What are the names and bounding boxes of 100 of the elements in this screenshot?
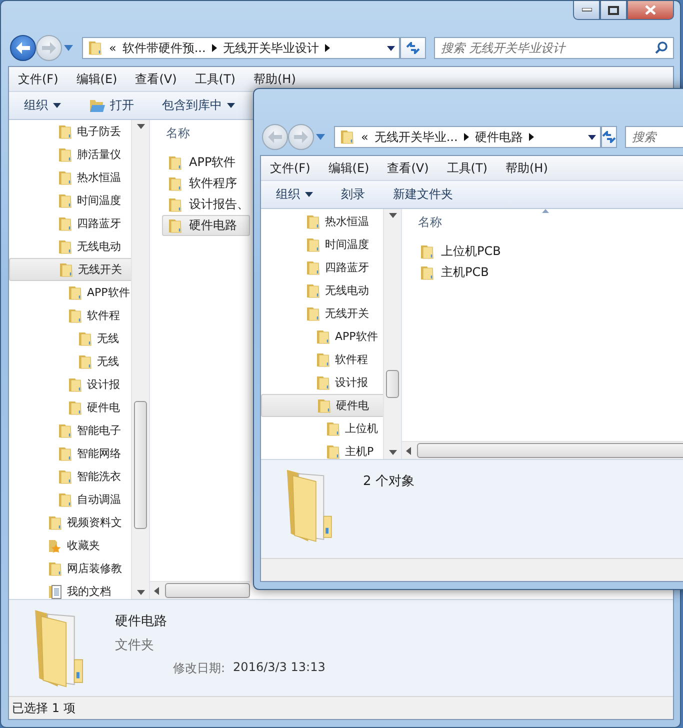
tree-item[interactable]: 时间温度	[261, 233, 383, 256]
menu-item[interactable]: 工具(T)	[446, 160, 488, 176]
chevron-icon	[464, 133, 469, 141]
forward-button[interactable]	[288, 124, 314, 150]
tree-item[interactable]: 主机P	[261, 440, 383, 459]
folder-icon	[57, 216, 73, 232]
dropdown-caret-icon[interactable]	[316, 134, 325, 140]
tree-item[interactable]: 智能洗衣	[9, 465, 131, 488]
file-row[interactable]: 上位机PCB	[414, 241, 564, 262]
minimize-button[interactable]	[573, 1, 600, 20]
breadcrumb-overflow[interactable]: «	[109, 41, 116, 55]
tree-item[interactable]: 我的文档	[9, 580, 131, 599]
file-row[interactable]: 主机PCB	[414, 262, 564, 283]
tree-item[interactable]: 智能网络	[9, 442, 131, 465]
folder-icon	[325, 444, 341, 459]
tree-item[interactable]: 收藏夹	[9, 534, 131, 557]
refresh-button[interactable]	[400, 37, 426, 59]
tree-item[interactable]: 网店装修教	[9, 557, 131, 580]
column-header[interactable]: 名称	[166, 124, 190, 142]
breadcrumb[interactable]: 硬件电路	[474, 128, 523, 146]
tree-item[interactable]: 软件程	[9, 304, 131, 327]
refresh-arrows-icon	[602, 131, 616, 143]
scrollbar-thumb[interactable]	[165, 583, 250, 598]
tree-item[interactable]: 设计报	[9, 373, 131, 396]
tree-item[interactable]: APP软件	[9, 281, 131, 304]
tree-item[interactable]: 视频资料文	[9, 511, 131, 534]
horizontal-scrollbar[interactable]	[402, 441, 683, 459]
right-arrow-icon	[294, 131, 308, 143]
tree-item[interactable]: 智能电子	[9, 419, 131, 442]
menu-item[interactable]: 帮助(H)	[254, 70, 296, 88]
back-button[interactable]	[10, 35, 36, 61]
tree-item[interactable]: 四路蓝牙	[261, 256, 383, 279]
date-value: 2016/3/3 13:13	[233, 660, 326, 676]
vertical-scrollbar[interactable]	[131, 120, 149, 599]
toolbar-button[interactable]: 新建文件夹	[393, 186, 453, 203]
menu-item[interactable]: 文件(F)	[270, 160, 310, 176]
menu-item[interactable]: 查看(V)	[135, 70, 177, 88]
toolbar-button[interactable]: 包含到库中	[162, 97, 235, 114]
toolbar-button[interactable]: 组织	[24, 97, 61, 114]
address-bar[interactable]: « 软件带硬件预... 无线开关毕业设计	[82, 37, 400, 59]
tree-item[interactable]: 上位机	[261, 417, 383, 440]
tree-item[interactable]: 四路蓝牙	[9, 212, 131, 235]
tree-item[interactable]: 无线	[9, 327, 131, 350]
tree-item[interactable]: 硬件电	[9, 396, 131, 419]
refresh-button[interactable]	[601, 126, 617, 148]
scrollbar-thumb[interactable]	[134, 400, 147, 528]
caret-icon	[387, 46, 395, 50]
toolbar-button[interactable]: 组织	[276, 186, 313, 203]
scrollbar-thumb[interactable]	[417, 443, 683, 458]
tree-item[interactable]: 无线	[9, 350, 131, 373]
tree-item[interactable]: 软件程	[261, 348, 383, 371]
maximize-button[interactable]	[600, 1, 627, 20]
tree-item[interactable]: 热水恒温	[261, 210, 383, 233]
breadcrumb-overflow[interactable]: «	[361, 130, 368, 144]
close-button[interactable]	[627, 1, 674, 20]
toolbar-button[interactable]: 刻录	[341, 186, 365, 203]
search-field[interactable]: 搜索	[625, 126, 683, 148]
file-row[interactable]: APP软件	[162, 152, 250, 173]
tree-item[interactable]: 无线电动	[9, 235, 131, 258]
tree-item[interactable]: 电子防丢	[9, 120, 131, 143]
tree-item[interactable]: 肺活量仪	[9, 143, 131, 166]
tree-item[interactable]: 无线电动	[261, 279, 383, 302]
address-bar[interactable]: « 无线开关毕业... 硬件电路	[334, 126, 601, 148]
tree-item[interactable]: 自动调温	[9, 488, 131, 511]
menu-item[interactable]: 编辑(E)	[328, 160, 370, 176]
search-field[interactable]: 搜索 无线开关毕业设计	[434, 37, 674, 59]
item-type: 文件夹	[115, 637, 155, 654]
tree-item[interactable]: 无线开关	[9, 258, 131, 281]
tree-item[interactable]: 硬件电	[261, 394, 383, 417]
folder-icon	[57, 146, 73, 162]
toolbar-button[interactable]: 打开	[89, 97, 134, 114]
tree-item[interactable]: APP软件	[261, 325, 383, 348]
column-header[interactable]: 名称	[418, 214, 442, 230]
tree-item[interactable]: 时间温度	[9, 189, 131, 212]
menu-item[interactable]: 查看(V)	[387, 160, 429, 176]
tree-item[interactable]: 热水恒温	[9, 166, 131, 189]
scrollbar-thumb[interactable]	[386, 370, 399, 398]
menu-item[interactable]: 工具(T)	[194, 70, 236, 88]
vertical-scrollbar[interactable]	[383, 209, 401, 459]
horizontal-scrollbar[interactable]	[150, 581, 250, 599]
search-icon	[655, 41, 668, 54]
file-row[interactable]: 设计报告、	[162, 194, 250, 215]
folder-icon	[57, 238, 73, 254]
menu-item[interactable]: 文件(F)	[18, 70, 58, 88]
breadcrumb[interactable]: 无线开关毕业设计	[222, 40, 319, 56]
tree-item[interactable]: 无线开关	[261, 302, 383, 325]
tree-item[interactable]: 设计报	[261, 371, 383, 394]
minimize-icon	[582, 8, 592, 12]
folder-icon	[77, 330, 93, 346]
folder-icon	[57, 124, 73, 140]
dropdown-caret-icon[interactable]	[64, 45, 73, 51]
caret-icon	[227, 103, 235, 108]
menu-item[interactable]: 编辑(E)	[76, 70, 118, 88]
breadcrumb[interactable]: 无线开关毕业...	[374, 128, 458, 146]
folder-icon	[47, 514, 63, 530]
menu-item[interactable]: 帮助(H)	[506, 160, 548, 176]
breadcrumb[interactable]: 软件带硬件预...	[122, 40, 206, 56]
folder-icon	[67, 284, 83, 300]
file-row[interactable]: 软件程序	[162, 173, 250, 194]
file-row[interactable]: 硬件电路	[162, 215, 250, 236]
